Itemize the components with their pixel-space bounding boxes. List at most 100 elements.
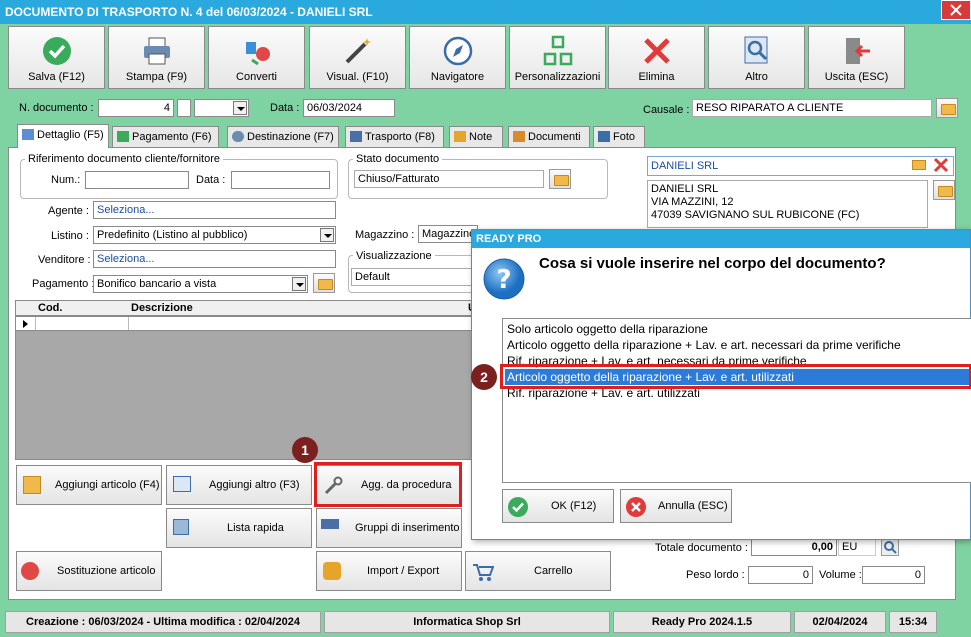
price-list-value: Predefinito (Listino al pubblico) (97, 229, 248, 241)
customer-address-box: DANIELI SRL VIA MAZZINI, 12 47039 SAVIGN… (647, 180, 928, 228)
warehouse-select[interactable]: Magazzino (418, 225, 478, 243)
doc-suffix-input[interactable] (177, 99, 191, 117)
grid-separator (35, 317, 36, 330)
payment-value: Bonifico bancario a vista (97, 278, 217, 290)
save-button[interactable]: Salva (F12) (8, 26, 105, 89)
view-select[interactable]: Default (351, 268, 473, 286)
view-button[interactable]: Visual. (F10) (309, 26, 406, 89)
tab-foto[interactable]: Foto (593, 126, 645, 148)
gross-weight-value: 0 (748, 566, 813, 584)
address-line: DANIELI SRL (651, 183, 719, 195)
folder-icon[interactable] (912, 160, 926, 170)
date-input[interactable]: 06/03/2024 (303, 99, 395, 117)
group-icon (321, 519, 339, 529)
status-date: 02/04/2024 (794, 611, 886, 633)
customer-name-input[interactable]: DANIELI SRL (647, 156, 954, 176)
dialog-question: Cosa si vuole inserire nel corpo del doc… (539, 255, 886, 272)
edit-address-button[interactable] (933, 180, 955, 200)
replace-article-label: Sostituzione articolo (57, 565, 156, 577)
status-version: Ready Pro 2024.1.5 (613, 611, 791, 633)
ref-date-label: Data : (196, 174, 226, 186)
status-created: Creazione : 06/03/2024 - Ultima modifica… (5, 611, 321, 633)
ok-button[interactable]: OK (F12) (502, 489, 614, 523)
check-icon (508, 497, 528, 517)
magnifier-icon (744, 36, 767, 64)
globe-icon (232, 131, 244, 142)
table-row[interactable] (15, 316, 475, 331)
dialog-title: READY PRO (472, 230, 970, 248)
import-export-button[interactable]: Import / Export (316, 551, 462, 591)
more-button[interactable]: Altro (708, 26, 805, 89)
navigator-button[interactable]: Navigatore (409, 26, 506, 89)
customizations-button[interactable]: Personalizzazioni (509, 26, 606, 89)
total-zoom-button[interactable] (881, 538, 899, 556)
payment-select[interactable]: Bonifico bancario a vista (93, 275, 308, 293)
convert-button[interactable]: Converti (208, 26, 305, 89)
col-description-header[interactable]: Descrizione (131, 301, 193, 315)
tab-documenti-label: Documenti (528, 131, 581, 143)
causale-folder-button[interactable] (936, 98, 958, 118)
highlight-box-procedure (314, 462, 462, 507)
close-icon (950, 4, 962, 16)
chevron-down-icon (292, 277, 306, 291)
list-item[interactable]: Solo articolo oggetto della riparazione (505, 321, 969, 337)
cart-button[interactable]: Carrello (465, 551, 611, 591)
exit-button[interactable]: Uscita (ESC) (808, 26, 905, 89)
address-line: VIA MAZZINI, 12 (651, 196, 734, 208)
list-item[interactable]: Articolo oggetto della riparazione + Lav… (505, 337, 969, 353)
agent-input[interactable]: Seleziona... (93, 201, 336, 219)
cancel-icon (626, 497, 646, 517)
total-value: 0,00 (751, 538, 837, 556)
delete-button[interactable]: Elimina (608, 26, 705, 89)
note-icon (454, 131, 466, 142)
seller-input[interactable]: Seleziona... (93, 250, 336, 268)
cancel-button[interactable]: Annulla (ESC) (620, 489, 732, 523)
camera-icon (598, 131, 610, 142)
tab-note[interactable]: Note (449, 126, 503, 148)
convert-label: Converti (236, 71, 277, 83)
list-icon (22, 129, 34, 140)
printer-icon (143, 37, 170, 65)
status-folder-button[interactable] (549, 169, 571, 189)
warehouse-label: Magazzino : (355, 229, 415, 241)
row-pointer-icon (23, 320, 28, 328)
payment-folder-button[interactable] (313, 273, 335, 293)
view-label: Visual. (F10) (326, 71, 389, 83)
price-list-select[interactable]: Predefinito (Listino al pubblico) (93, 226, 336, 244)
doc-number-input[interactable]: 4 (98, 99, 174, 117)
status-input[interactable]: Chiuso/Fatturato (354, 170, 544, 188)
grid-header: Cod. Descrizione U (15, 300, 476, 316)
add-other-button[interactable]: Aggiungi altro (F3) (166, 465, 312, 505)
clear-customer-button[interactable] (933, 157, 949, 176)
seller-label: Venditore : (38, 254, 91, 266)
options-list[interactable]: Solo articolo oggetto della riparazione … (502, 318, 971, 483)
quick-list-button[interactable]: Lista rapida (166, 508, 312, 548)
ref-num-input[interactable] (85, 171, 189, 189)
tab-pagamento[interactable]: Pagamento (F6) (112, 126, 219, 148)
insertion-groups-button[interactable]: Gruppi di inserimento (316, 508, 462, 548)
exit-door-icon (845, 38, 870, 64)
magic-wand-icon (345, 38, 371, 64)
chevron-down-icon (233, 101, 247, 115)
add-article-button[interactable]: Aggiungi articolo (F4) (16, 465, 162, 505)
tab-trasporto-label: Trasporto (F8) (365, 131, 435, 143)
delete-x-icon (933, 157, 949, 173)
currency-value: EU (838, 538, 876, 556)
table-icon (173, 476, 191, 492)
tab-destinazione[interactable]: Destinazione (F7) (227, 126, 339, 148)
ref-date-input[interactable] (231, 171, 330, 189)
tab-documenti[interactable]: Documenti (508, 126, 590, 148)
navigator-label: Navigatore (430, 71, 485, 83)
print-button[interactable]: Stampa (F9) (108, 26, 205, 89)
causale-input[interactable]: RESO RIPARATO A CLIENTE (692, 99, 932, 117)
col-cod-header[interactable]: Cod. (38, 301, 62, 315)
compass-icon (443, 36, 472, 66)
tab-dettaglio[interactable]: Dettaglio (F5) (17, 124, 109, 148)
doc-series-select[interactable] (194, 99, 249, 117)
tab-trasporto[interactable]: Trasporto (F8) (345, 126, 444, 148)
question-icon: ? (483, 258, 525, 300)
replace-article-button[interactable]: Sostituzione articolo (16, 551, 162, 591)
window-close-button[interactable] (941, 0, 971, 20)
svg-text:?: ? (496, 265, 511, 295)
folder-icon (513, 131, 525, 142)
